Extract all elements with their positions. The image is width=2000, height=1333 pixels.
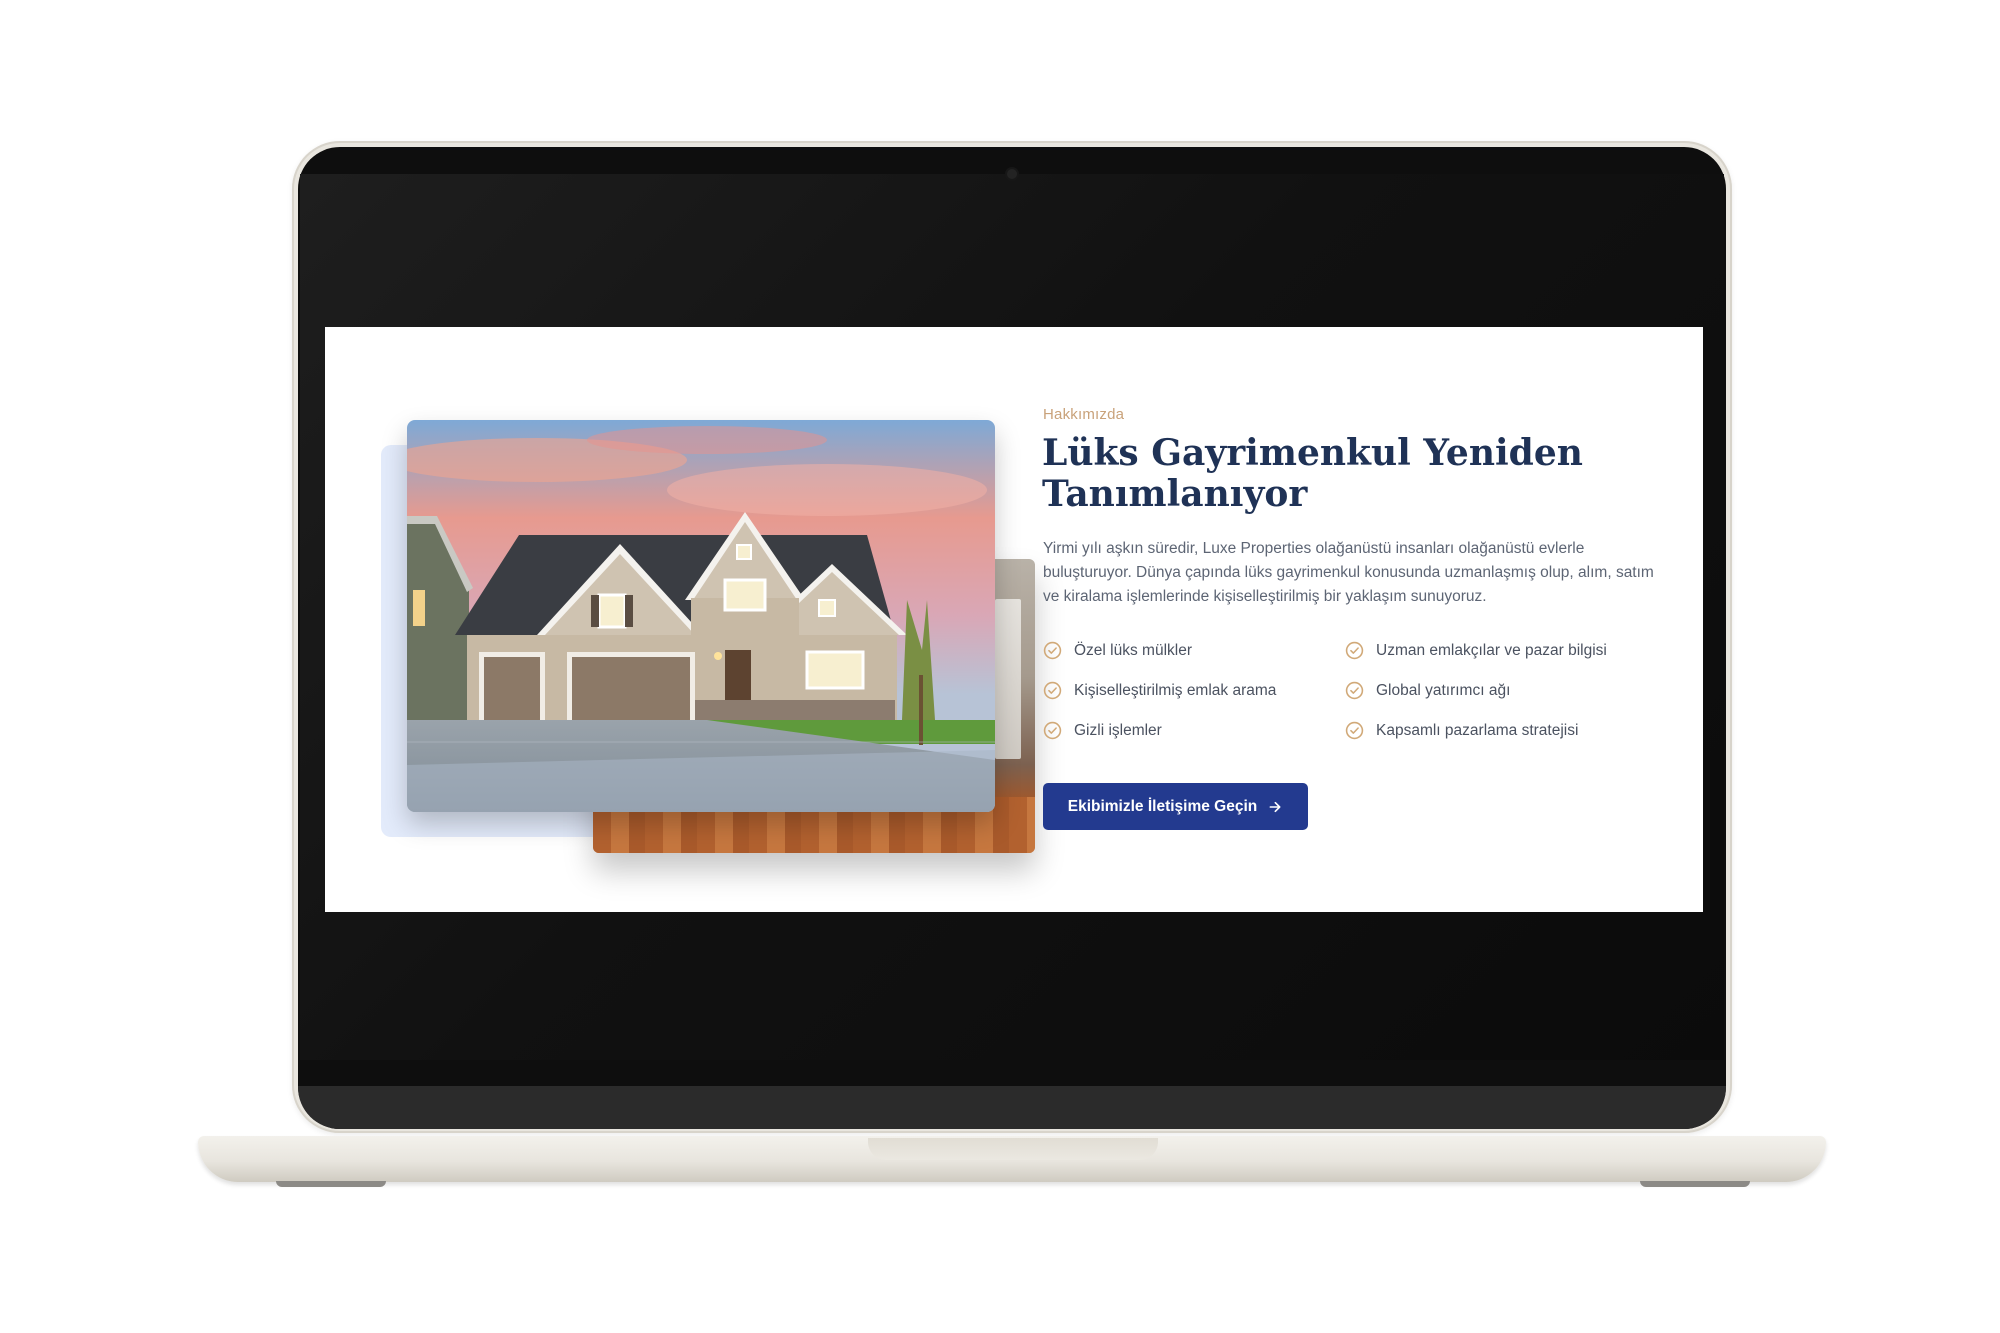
feature-item: Kapsamlı pazarlama stratejisi <box>1345 721 1578 740</box>
feature-label: Uzman emlakçılar ve pazar bilgisi <box>1376 641 1607 659</box>
check-circle-icon <box>1345 641 1364 660</box>
check-circle-icon <box>1043 721 1062 740</box>
check-circle-icon <box>1345 681 1364 700</box>
contact-team-button[interactable]: Ekibimizle İletişime Geçin <box>1043 783 1308 830</box>
feature-label: Özel lüks mülkler <box>1074 641 1192 659</box>
feature-list: Özel lüks mülkler Uzman emlakçılar ve pa… <box>1043 641 1663 761</box>
about-section: Hakkımızda Lüks Gayrimenkul Yeniden Tanı… <box>325 327 1703 912</box>
laptop-foot-right <box>1640 1181 1750 1187</box>
section-description: Yirmi yılı aşkın süredir, Luxe Propertie… <box>1043 540 1654 605</box>
feature-item: Gizli işlemler <box>1043 721 1162 740</box>
feature-item: Global yatırımcı ağı <box>1345 681 1510 700</box>
check-circle-icon <box>1043 641 1062 660</box>
feature-label: Kişiselleştirilmiş emlak arama <box>1074 681 1277 699</box>
laptop-opening-notch <box>868 1138 1158 1160</box>
feature-item: Özel lüks mülkler <box>1043 641 1192 660</box>
feature-item: Kişiselleştirilmiş emlak arama <box>1043 681 1276 700</box>
house-image <box>407 420 995 812</box>
feature-label: Kapsamlı pazarlama stratejisi <box>1376 721 1579 739</box>
laptop-foot-left <box>276 1181 386 1187</box>
section-eyebrow: Hakkımızda <box>1043 406 1125 423</box>
check-circle-icon <box>1043 681 1062 700</box>
check-circle-icon <box>1345 721 1364 740</box>
webcam <box>1007 169 1017 179</box>
screen-chin <box>298 1086 1726 1129</box>
contact-team-button-label: Ekibimizle İletişime Geçin <box>1067 797 1258 815</box>
section-heading-line-2: Tanımlanıyor <box>1042 473 1308 515</box>
feature-label: Global yatırımcı ağı <box>1376 681 1511 699</box>
feature-item: Uzman emlakçılar ve pazar bilgisi <box>1345 641 1607 660</box>
section-heading: Lüks Gayrimenkul Yeniden Tanımlanıyor <box>1042 433 1602 515</box>
feature-label: Gizli işlemler <box>1074 721 1162 739</box>
section-heading-line-1: Lüks Gayrimenkul Yeniden <box>1042 432 1583 474</box>
arrow-right-icon <box>1269 801 1281 812</box>
